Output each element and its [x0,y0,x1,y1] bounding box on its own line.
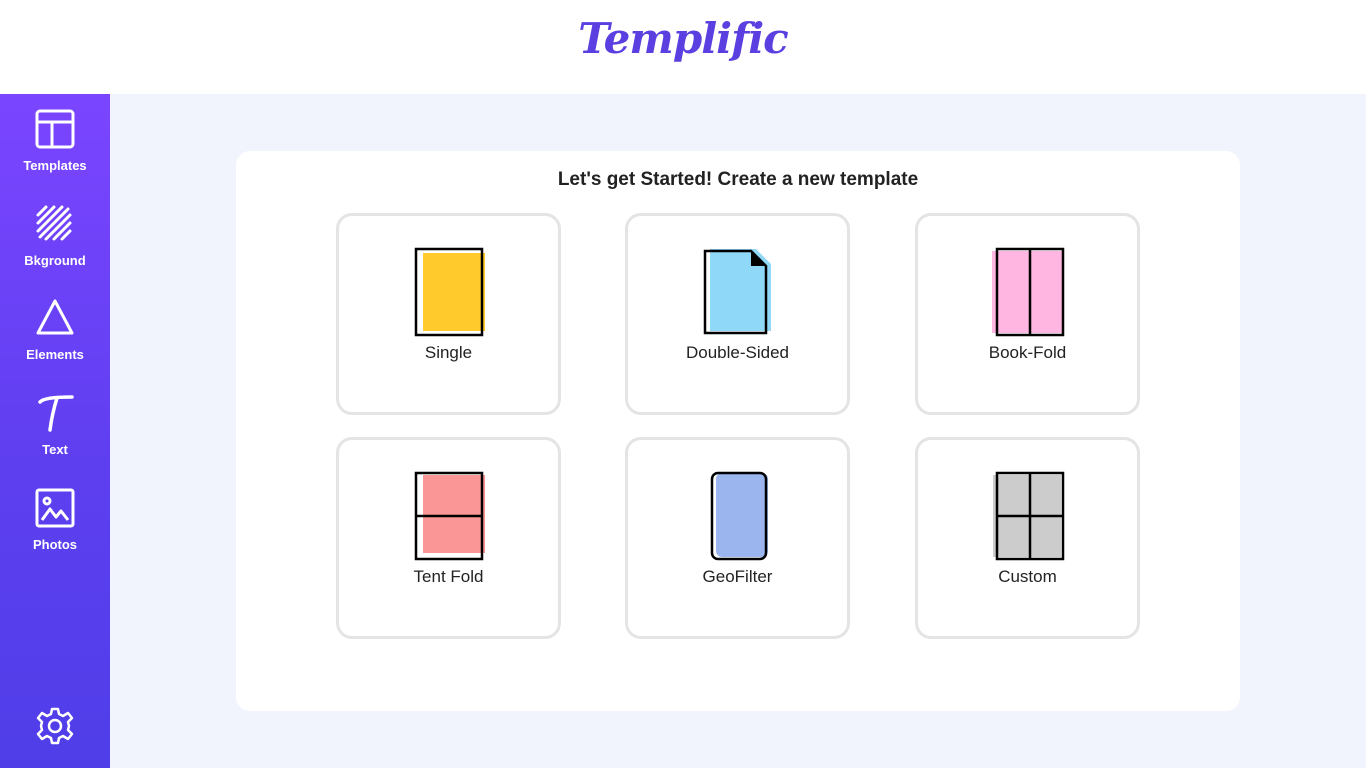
triangle-icon [36,299,74,335]
sidebar-item-bkground[interactable]: Bkground [0,189,110,269]
option-label: Custom [998,567,1057,586]
gear-icon[interactable] [35,706,75,746]
option-label: Single [424,343,473,362]
option-label: Tent Fold [413,567,484,586]
sidebar-item-label: Photos [32,537,78,552]
sidebar-item-label: Templates [23,158,87,173]
option-label: Double-Sided [685,343,789,362]
book-fold-icon [992,247,1065,337]
template-option-single[interactable]: Single [336,213,561,415]
sidebar-item-photos[interactable]: Photos [0,473,110,553]
new-template-card: Let's get Started! Create a new template… [236,151,1240,711]
stripes-icon [36,205,72,241]
app-logo[interactable]: Templific [0,14,1366,63]
sidebar-item-elements[interactable]: Elements [0,283,110,363]
sidebar-item-text[interactable]: Text [0,378,110,458]
geofilter-icon [710,471,768,561]
custom-grid-icon [993,471,1065,561]
double-sided-icon [703,249,771,335]
sidebar-item-label: Elements [26,347,84,362]
single-page-icon [414,247,485,337]
layout-icon [35,109,75,149]
template-option-book-fold[interactable]: Book-Fold [915,213,1140,415]
photo-icon [35,488,75,528]
template-option-geofilter[interactable]: GeoFilter [625,437,850,639]
sidebar-item-templates[interactable]: Templates [0,94,110,174]
text-icon [38,395,74,432]
top-bar: Templific [0,0,1366,94]
option-label: GeoFilter [702,567,773,586]
page-title: Let's get Started! Create a new template [557,169,919,190]
template-option-tent-fold[interactable]: Tent Fold [336,437,561,639]
sidebar-item-label: Text [42,442,68,457]
option-label: Book-Fold [988,343,1067,362]
template-option-double-sided[interactable]: Double-Sided [625,213,850,415]
sidebar-item-label: Bkground [24,253,86,268]
sidebar: Templates Bkground Elements Text Photos [0,94,110,768]
template-option-custom[interactable]: Custom [915,437,1140,639]
tent-fold-icon [414,471,485,561]
